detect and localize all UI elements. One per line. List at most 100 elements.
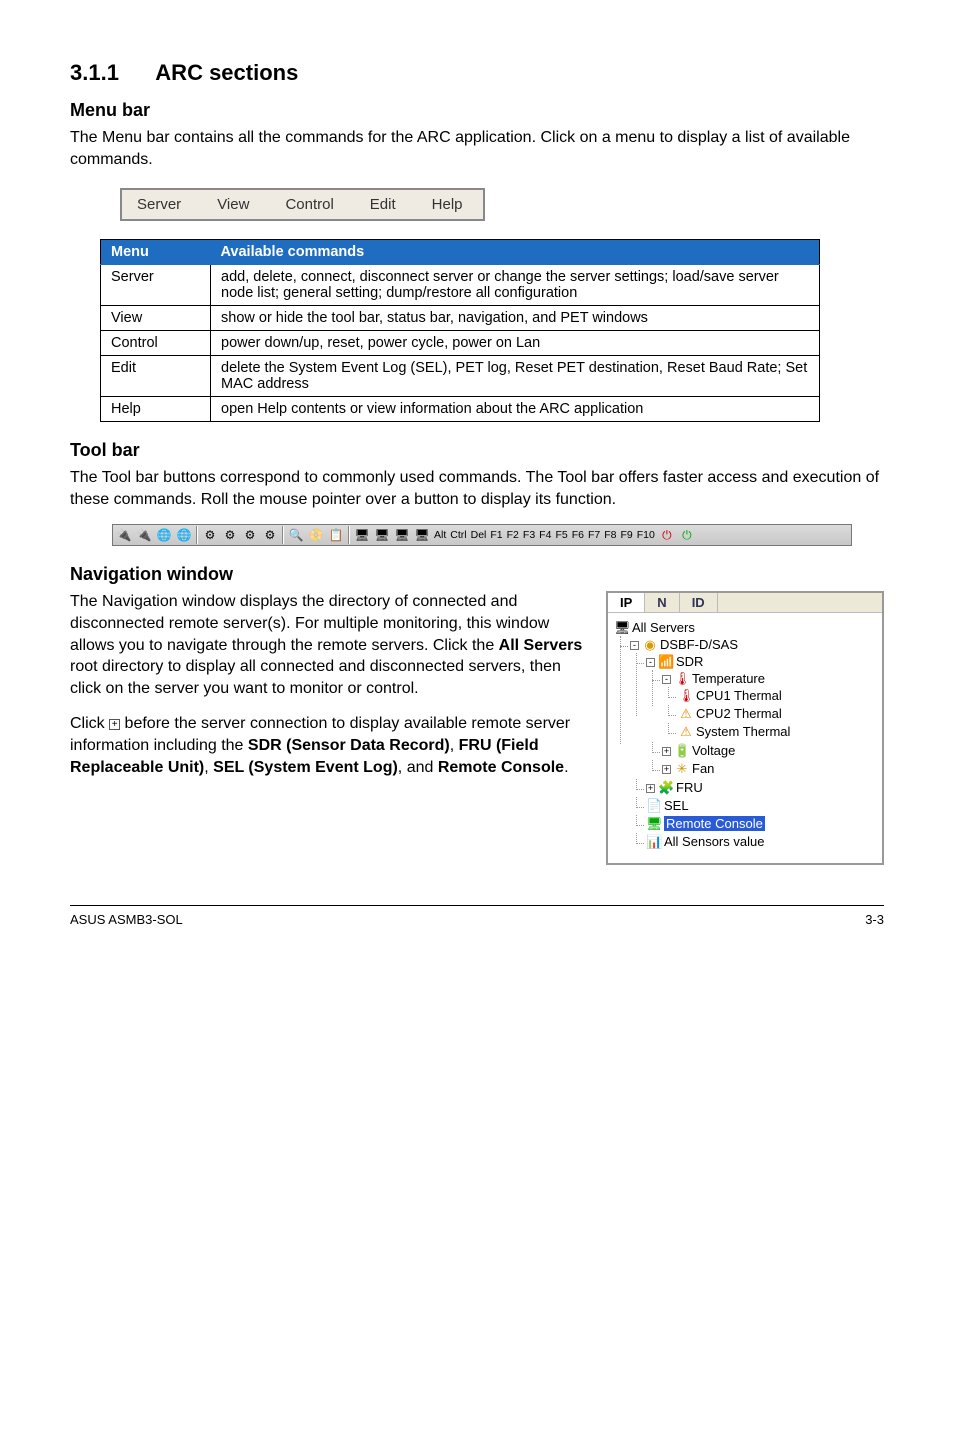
cell-menu: Control	[101, 331, 211, 356]
toolbar-icon: 📋	[327, 526, 345, 544]
thermometer-icon: 🌡	[674, 671, 690, 687]
toolbar-label: Ctrl	[449, 529, 467, 541]
toolbar-icon: ⏻	[678, 526, 696, 544]
cell-desc: power down/up, reset, power cycle, power…	[211, 331, 820, 356]
tool-bar-text: The Tool bar buttons correspond to commo…	[70, 467, 884, 510]
toolbar-icon: ⚙	[201, 526, 219, 544]
table-row: Server add, delete, connect, disconnect …	[101, 265, 820, 306]
tree-leaf[interactable]: ⚠CPU2 Thermal	[678, 705, 876, 723]
menu-item-server: Server	[137, 196, 181, 213]
toolbar-icon: ⚙	[241, 526, 259, 544]
toolbar-icon: 🌐	[175, 526, 193, 544]
voltage-icon: 🔋	[674, 743, 690, 759]
tab-n[interactable]: N	[645, 593, 679, 612]
sdr-icon: 📶	[658, 654, 674, 670]
toolbar-icon: 📀	[307, 526, 325, 544]
tree-remote-console[interactable]: 🖥Remote Console	[646, 815, 876, 833]
toolbar-icon: 🖥	[373, 526, 391, 544]
cell-menu: Edit	[101, 356, 211, 397]
toolbar-label: Del	[470, 529, 488, 541]
toolbar-label: F5	[554, 529, 568, 541]
collapse-icon[interactable]: -	[662, 675, 671, 684]
footer-right: 3-3	[865, 912, 884, 927]
expand-icon[interactable]: +	[662, 747, 671, 756]
nav-heading: Navigation window	[70, 564, 884, 585]
table-row: Edit delete the System Event Log (SEL), …	[101, 356, 820, 397]
tree-temperature[interactable]: -🌡Temperature 🌡CPU1 Thermal ⚠CPU2 Therma…	[662, 670, 876, 742]
cell-desc: add, delete, connect, disconnect server …	[211, 265, 820, 306]
toolbar-label: F1	[489, 529, 503, 541]
toolbar-label: Alt	[433, 529, 447, 541]
tab-ip[interactable]: IP	[608, 593, 645, 612]
table-head-available: Available commands	[211, 240, 820, 265]
menu-bar-heading: Menu bar	[70, 100, 884, 121]
tool-bar-heading: Tool bar	[70, 440, 884, 461]
tree-fan[interactable]: +✳Fan	[662, 760, 876, 778]
server-icon: ◉	[642, 637, 658, 653]
warning-icon: ⚠	[678, 706, 694, 722]
toolbar-label: F9	[620, 529, 634, 541]
toolbar-icon: ⚙	[261, 526, 279, 544]
tree-tabs: IP N ID	[608, 593, 882, 613]
thermometer-icon: 🌡	[678, 688, 694, 704]
menu-item-view: View	[217, 196, 249, 213]
cell-menu: Server	[101, 265, 211, 306]
tab-id[interactable]: ID	[680, 593, 718, 612]
menu-bar-text: The Menu bar contains all the commands f…	[70, 127, 884, 170]
tree-root[interactable]: 🖥All Servers -◉DSBF-D/SAS -📶SDR -🌡Temper…	[614, 619, 876, 853]
console-icon: 🖥	[646, 816, 662, 832]
navigation-tree-panel: IP N ID 🖥All Servers -◉DSBF-D/SAS -📶SDR	[606, 591, 884, 865]
toolbar-icon: 🖥	[353, 526, 371, 544]
section-heading: 3.1.1 ARC sections	[70, 60, 884, 86]
table-row: Help open Help contents or view informat…	[101, 397, 820, 422]
tool-bar-screenshot: 🔌 🔌 🌐 🌐 ⚙ ⚙ ⚙ ⚙ 🔍 📀 📋 🖥 🖥 🖥 🖥 Alt Ctrl D…	[112, 524, 852, 546]
commands-table: Menu Available commands Server add, dele…	[100, 239, 820, 422]
toolbar-icon: ⏻	[658, 526, 676, 544]
tree-sel[interactable]: 📄SEL	[646, 797, 876, 815]
collapse-icon[interactable]: -	[646, 658, 655, 667]
toolbar-icon: 🌐	[155, 526, 173, 544]
footer-left: ASUS ASMB3-SOL	[70, 912, 183, 927]
toolbar-icon: 🖥	[413, 526, 431, 544]
toolbar-label: F3	[522, 529, 536, 541]
sensors-icon: 📊	[646, 834, 662, 850]
cell-menu: View	[101, 306, 211, 331]
toolbar-label: F2	[506, 529, 520, 541]
expand-icon[interactable]: +	[646, 784, 655, 793]
table-head-menu: Menu	[101, 240, 211, 265]
page-footer: ASUS ASMB3-SOL 3-3	[70, 905, 884, 927]
toolbar-icon: 🔌	[115, 526, 133, 544]
expand-icon[interactable]: +	[662, 765, 671, 774]
cell-menu: Help	[101, 397, 211, 422]
toolbar-icon: ⚙	[221, 526, 239, 544]
toolbar-label: F7	[587, 529, 601, 541]
toolbar-label: F8	[603, 529, 617, 541]
plus-icon: +	[109, 719, 120, 730]
table-row: Control power down/up, reset, power cycl…	[101, 331, 820, 356]
toolbar-label: F4	[538, 529, 552, 541]
tree-leaf[interactable]: ⚠System Thermal	[678, 723, 876, 741]
toolbar-separator	[196, 526, 198, 544]
nav-paragraph-1: The Navigation window displays the direc…	[70, 591, 588, 699]
tree-leaf[interactable]: 🌡CPU1 Thermal	[678, 687, 876, 705]
fan-icon: ✳	[674, 761, 690, 777]
tree-voltage[interactable]: +🔋Voltage	[662, 742, 876, 760]
toolbar-icon: 🖥	[393, 526, 411, 544]
toolbar-icon: 🔍	[287, 526, 305, 544]
tree-server[interactable]: -◉DSBF-D/SAS -📶SDR -🌡Temperature 🌡CPU1	[630, 636, 876, 852]
cell-desc: show or hide the tool bar, status bar, n…	[211, 306, 820, 331]
tree-sdr[interactable]: -📶SDR -🌡Temperature 🌡CPU1 Thermal ⚠CPU2 …	[646, 653, 876, 779]
nav-paragraph-2: Click + before the server connection to …	[70, 713, 588, 778]
toolbar-separator	[282, 526, 284, 544]
menu-item-help: Help	[432, 196, 463, 213]
menu-item-control: Control	[285, 196, 333, 213]
menu-item-edit: Edit	[370, 196, 396, 213]
toolbar-label: F6	[571, 529, 585, 541]
section-title: ARC sections	[155, 60, 298, 85]
warning-icon: ⚠	[678, 724, 694, 740]
fru-icon: 🧩	[658, 780, 674, 796]
tree-fru[interactable]: +🧩FRU	[646, 779, 876, 797]
tree-all-sensors[interactable]: 📊All Sensors value	[646, 833, 876, 851]
cell-desc: open Help contents or view information a…	[211, 397, 820, 422]
collapse-icon[interactable]: -	[630, 641, 639, 650]
